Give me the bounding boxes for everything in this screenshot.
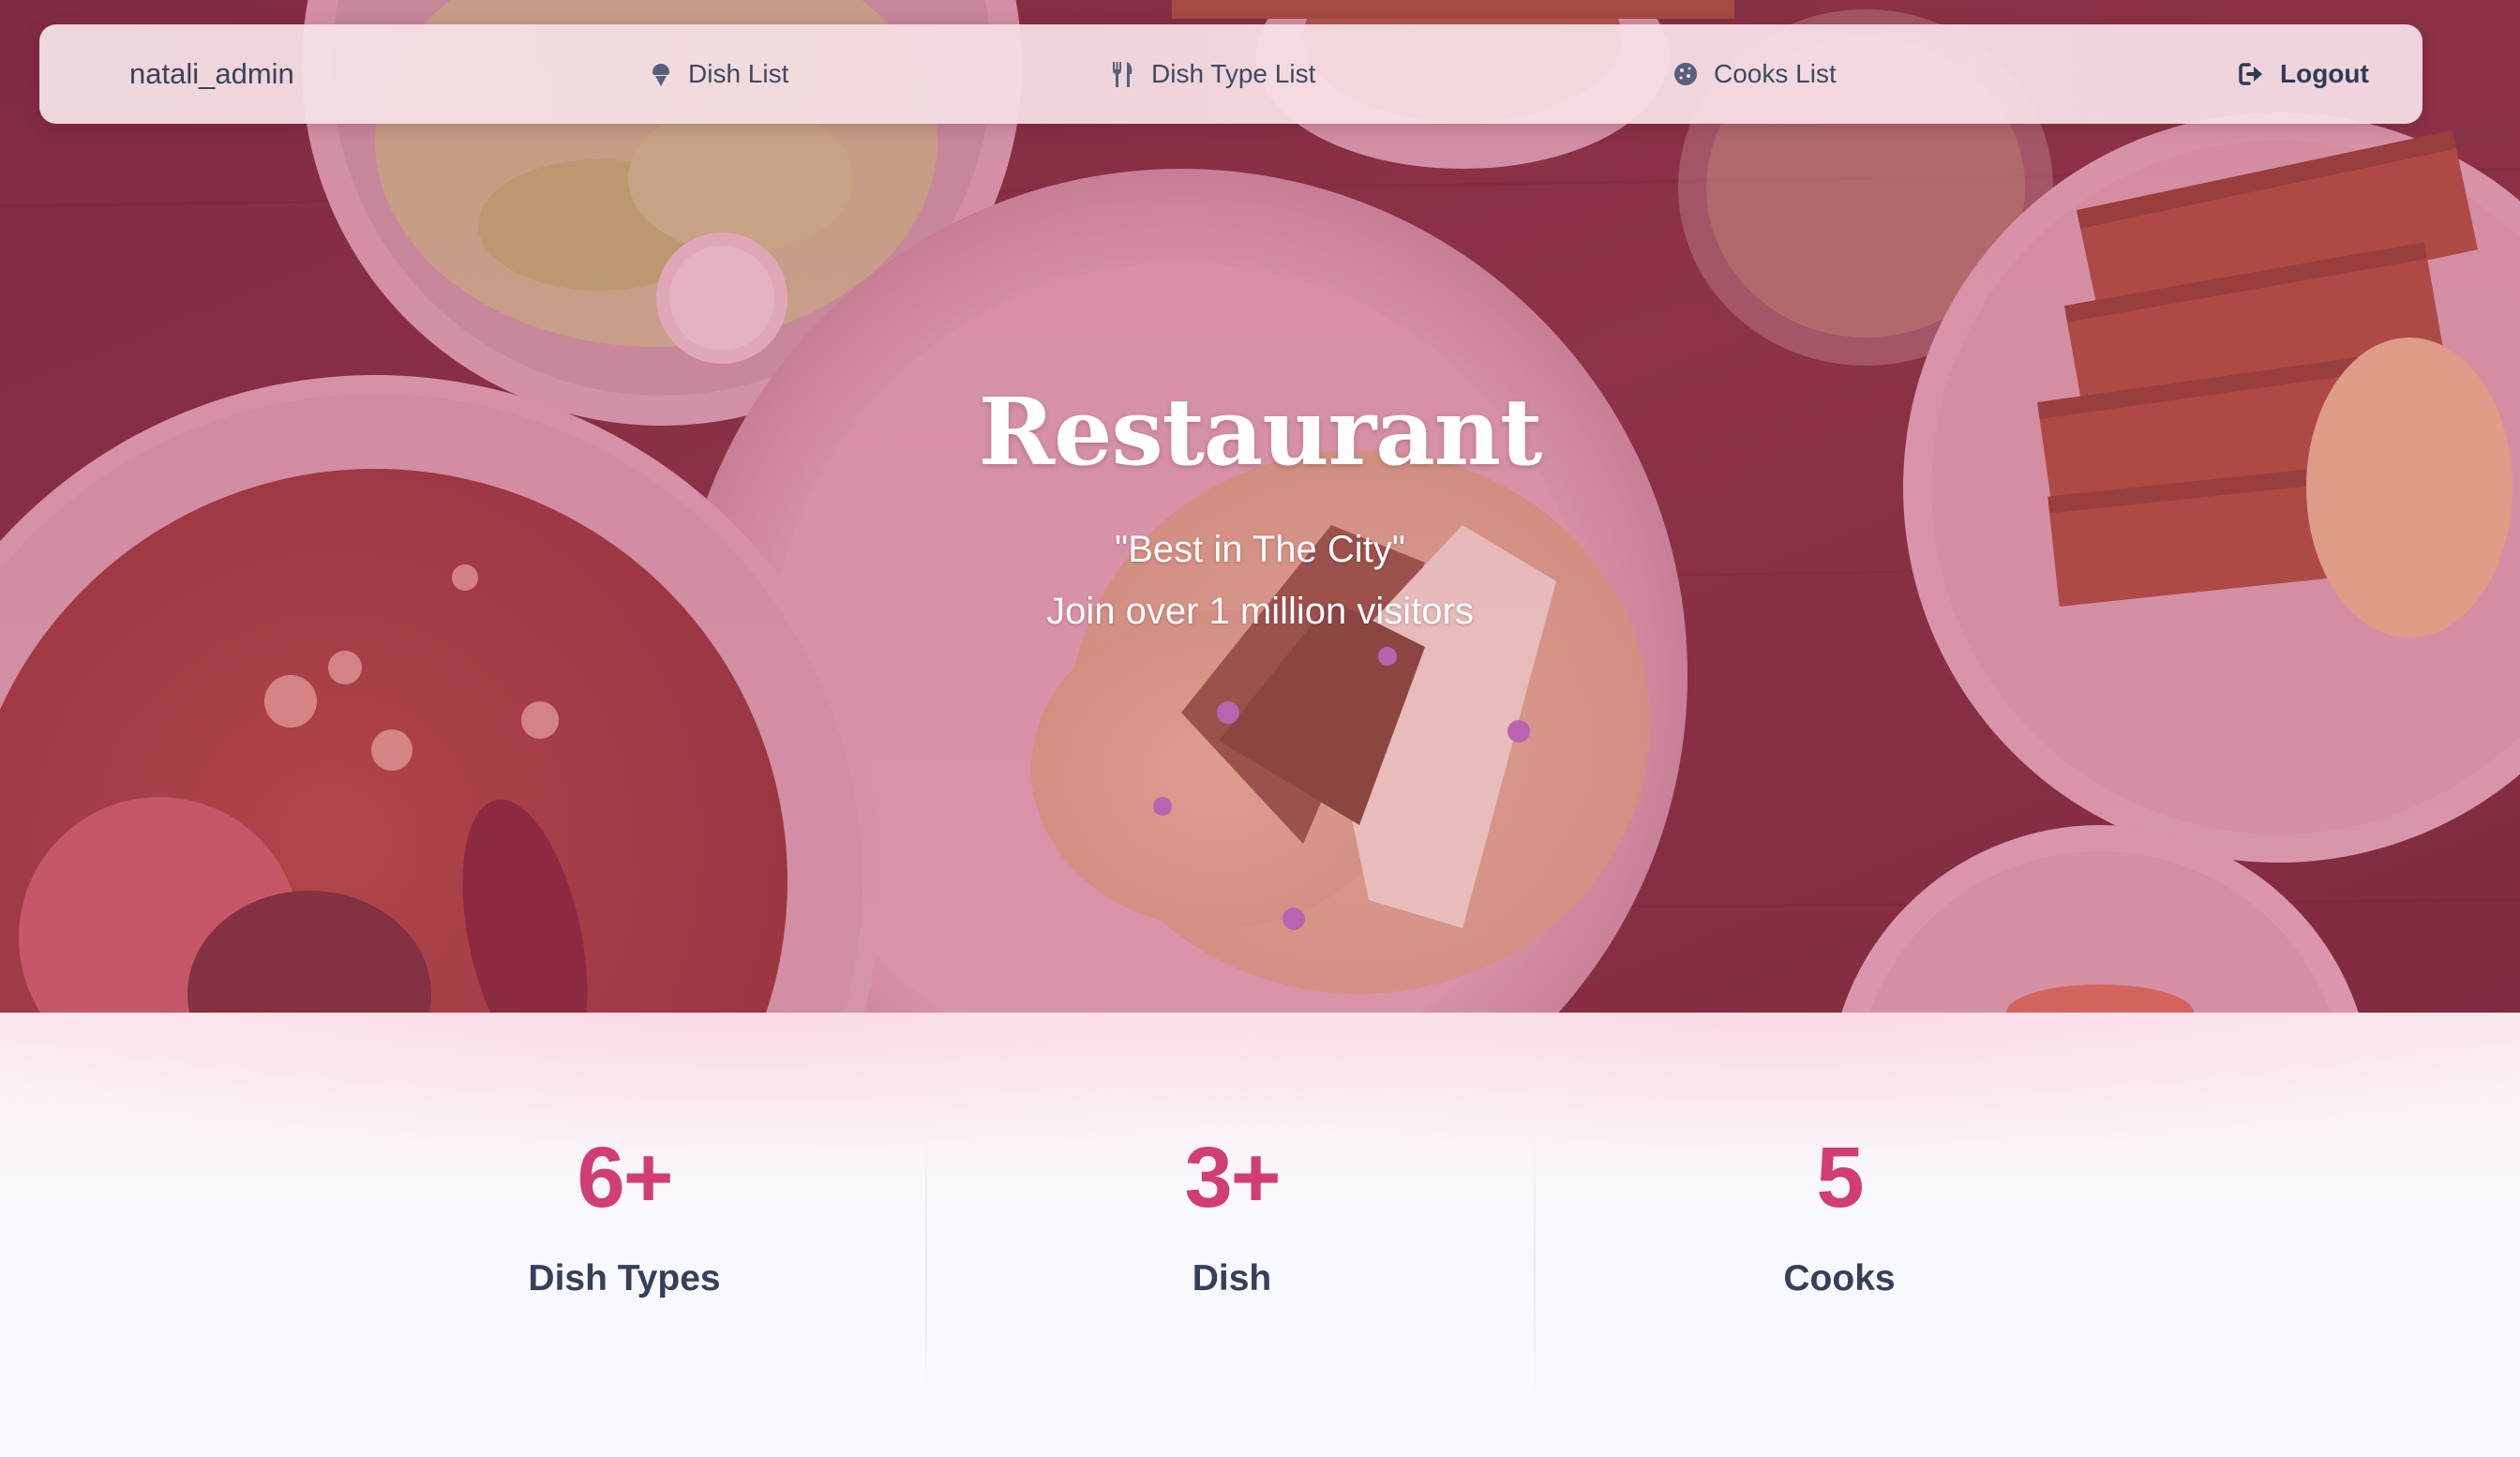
stat-dish-types: 6+ Dish Types [371, 1134, 878, 1299]
stat-divider [1534, 1131, 1536, 1403]
nav-cooks-list[interactable]: Cooks List [1672, 24, 1837, 124]
utensils-icon [1110, 60, 1136, 88]
brand-username-link[interactable]: natali_admin [129, 24, 294, 124]
sign-out-icon [2239, 62, 2265, 86]
stat-value: 6+ [577, 1130, 674, 1225]
stat-label: Cooks [1783, 1258, 1896, 1299]
nav-dish-type-list[interactable]: Dish Type List [1110, 24, 1315, 124]
stat-label: Dish [1192, 1258, 1272, 1299]
stat-divider [925, 1131, 927, 1403]
stat-value: 5 [1816, 1130, 1864, 1225]
hero-subtitle: Join over 1 million visitors [1046, 591, 1474, 632]
nav-dish-list-label: Dish List [688, 59, 789, 88]
logout-button[interactable]: Logout [2239, 24, 2369, 124]
stat-cooks: 5 Cooks [1586, 1134, 2092, 1299]
navbar: natali_admin Dish List Dish Type List Co… [39, 24, 2422, 124]
nav-cooks-list-label: Cooks List [1714, 59, 1837, 88]
ice-cream-icon [649, 61, 673, 87]
nav-dish-type-list-label: Dish Type List [1151, 59, 1316, 88]
cookie-icon [1672, 61, 1699, 87]
stat-dish: 3+ Dish [979, 1134, 1485, 1299]
stat-label: Dish Types [528, 1258, 721, 1299]
hero-overlay [0, 0, 2520, 1013]
hero-section: Restaurant "Best in The City" Join over … [0, 0, 2520, 1013]
hero-tagline: "Best in The City" [1115, 529, 1405, 570]
nav-dish-list[interactable]: Dish List [649, 24, 788, 124]
hero-title: Restaurant [978, 379, 1543, 487]
stat-value: 3+ [1184, 1130, 1282, 1225]
logout-label: Logout [2280, 59, 2369, 88]
